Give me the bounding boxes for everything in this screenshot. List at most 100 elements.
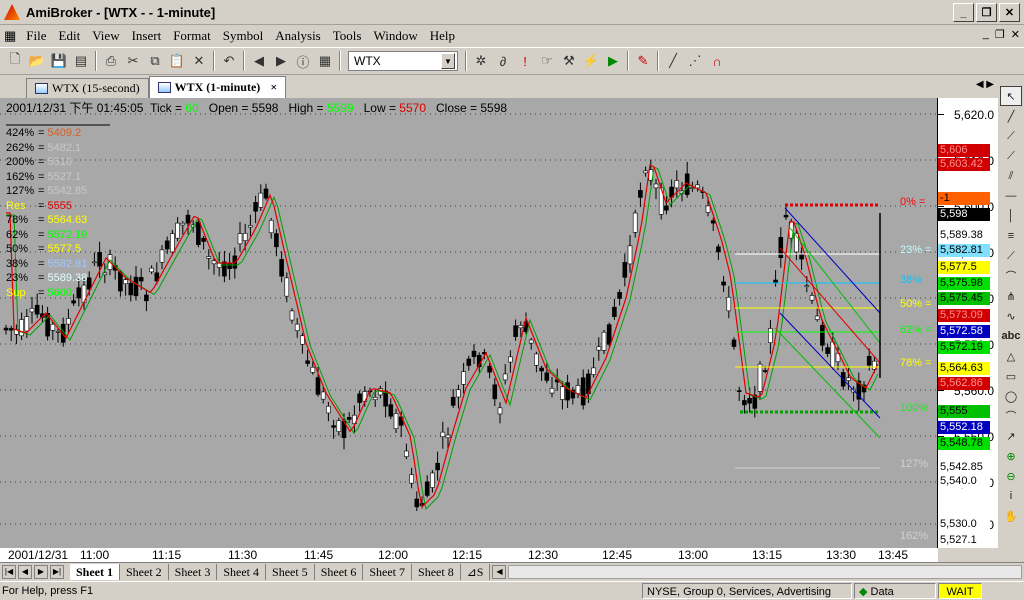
- new-file-icon[interactable]: 🗋: [5, 51, 25, 71]
- menu-view[interactable]: View: [86, 28, 125, 44]
- tools-icon[interactable]: ⚒: [559, 51, 579, 71]
- cut-icon[interactable]: ✂: [123, 51, 143, 71]
- fib-level-label: 127%: [6, 185, 35, 197]
- info-icon[interactable]: ⓘ: [293, 51, 313, 71]
- info-close: Close = 5598: [436, 101, 508, 115]
- alert-icon[interactable]: !: [515, 51, 535, 71]
- hand-tool-icon[interactable]: ✋: [1000, 506, 1022, 526]
- restore-button[interactable]: ❐: [976, 3, 997, 22]
- zoom-out-icon[interactable]: ⊖: [1000, 466, 1022, 486]
- minimize-button[interactable]: _: [953, 3, 974, 22]
- arc-tool-icon[interactable]: ⌒: [1000, 406, 1022, 426]
- tab-scroll-arrows[interactable]: ◀ ▶: [976, 79, 994, 90]
- close-button[interactable]: ✕: [999, 3, 1020, 22]
- candle-body: [3, 327, 9, 331]
- cursor-icon[interactable]: ↖: [1000, 86, 1022, 106]
- ray-icon[interactable]: ⟋: [1000, 126, 1022, 146]
- prev-sheet-icon[interactable]: ◀: [18, 564, 32, 579]
- tab-wtx-15-second[interactable]: WTX (15-second): [26, 78, 149, 98]
- price-chart[interactable]: 2001/12/31 下午 01:45:05 Tick = 60 Open = …: [0, 98, 938, 548]
- mdi-restore-button[interactable]: ❐: [995, 28, 1005, 41]
- forward-icon[interactable]: ▶: [271, 51, 291, 71]
- menu-format[interactable]: Format: [167, 28, 217, 44]
- mdi-close-button[interactable]: ✕: [1011, 28, 1020, 41]
- triangle-icon[interactable]: △: [1000, 346, 1022, 366]
- close-tab-icon[interactable]: ×: [270, 80, 277, 95]
- sheet-tab-2[interactable]: Sheet 2: [120, 563, 169, 580]
- gann-icon[interactable]: ⟋: [1000, 246, 1022, 266]
- next-sheet-icon[interactable]: ▶: [34, 564, 48, 579]
- first-sheet-icon[interactable]: |◀: [2, 564, 16, 579]
- menu-help[interactable]: Help: [424, 28, 461, 44]
- dotted-line-icon[interactable]: ⋰: [685, 51, 705, 71]
- x-tick-label: 11:00: [80, 548, 110, 562]
- tab-wtx-1-minute[interactable]: WTX (1-minute) ×: [148, 76, 287, 98]
- horizontal-scrollbar[interactable]: [508, 564, 1022, 579]
- candle-body: [736, 390, 742, 393]
- menu-tools[interactable]: Tools: [327, 28, 368, 44]
- undo-icon[interactable]: ↶: [219, 51, 239, 71]
- sheet-scroll-icon[interactable]: ⊿S: [461, 563, 491, 580]
- chart-info-line: 2001/12/31 下午 01:45:05 Tick = 60 Open = …: [6, 99, 507, 116]
- save-icon[interactable]: 💾: [49, 51, 69, 71]
- line-icon[interactable]: ╱: [1000, 106, 1022, 126]
- hscroll-left-icon[interactable]: ◀: [492, 564, 507, 579]
- horizontal-line-icon[interactable]: —: [1000, 186, 1022, 206]
- sheet-tab-7[interactable]: Sheet 7: [363, 563, 413, 580]
- vertical-line-icon[interactable]: │: [1000, 206, 1022, 226]
- menu-symbol[interactable]: Symbol: [217, 28, 269, 44]
- back-icon[interactable]: ◀: [249, 51, 269, 71]
- price-axis[interactable]: 5,620.05,610.05,600.05,590.05,580.05,570…: [938, 98, 998, 548]
- cycle-icon[interactable]: ∿: [1000, 306, 1022, 326]
- rectangle-icon[interactable]: ▭: [1000, 366, 1022, 386]
- fibonacci-icon[interactable]: ≡: [1000, 226, 1022, 246]
- menu-edit[interactable]: Edit: [53, 28, 87, 44]
- sheet-tab-4[interactable]: Sheet 4: [217, 563, 267, 580]
- save-all-icon[interactable]: ▤: [71, 51, 91, 71]
- trend-blue-line: [784, 207, 881, 314]
- print-icon[interactable]: ⎙: [101, 51, 121, 71]
- open-folder-icon[interactable]: 📂: [27, 51, 47, 71]
- ellipse-icon[interactable]: ◯: [1000, 386, 1022, 406]
- hand-icon[interactable]: ☞: [537, 51, 557, 71]
- trend-icon[interactable]: ⟋: [1000, 146, 1022, 166]
- line-tool-icon[interactable]: ╱: [663, 51, 683, 71]
- paste-icon[interactable]: 📋: [167, 51, 187, 71]
- zoom-in-icon[interactable]: ⊕: [1000, 446, 1022, 466]
- last-sheet-icon[interactable]: ▶|: [50, 564, 64, 579]
- wand-icon[interactable]: ⚡: [581, 51, 601, 71]
- doc-icon[interactable]: ▦: [0, 28, 20, 44]
- play-icon[interactable]: ▶: [603, 51, 623, 71]
- sheet-tab-3[interactable]: Sheet 3: [169, 563, 218, 580]
- chart-tabs: WTX (15-second) WTX (1-minute) × ◀ ▶: [0, 76, 1024, 98]
- candle-body: [461, 371, 466, 385]
- pen-color-icon[interactable]: ✎: [633, 51, 653, 71]
- info-tool-icon[interactable]: i: [1000, 486, 1022, 506]
- price-badge: 5,564.63: [938, 362, 990, 375]
- sheet-tab-5[interactable]: Sheet 5: [266, 563, 315, 580]
- magnet-icon[interactable]: ∩: [707, 51, 727, 71]
- sheet-tab-1[interactable]: Sheet 1: [70, 563, 120, 580]
- sheet-tab-6[interactable]: Sheet 6: [315, 563, 364, 580]
- copy-icon[interactable]: ⧉: [145, 51, 165, 71]
- chart-canvas[interactable]: [0, 98, 938, 548]
- delete-icon[interactable]: ✕: [189, 51, 209, 71]
- gear-icon[interactable]: ✲: [471, 51, 491, 71]
- arc-icon[interactable]: ⌒: [1000, 266, 1022, 286]
- indicator-icon[interactable]: ∂: [493, 51, 513, 71]
- pitchfork-icon[interactable]: ⋔: [1000, 286, 1022, 306]
- menu-file[interactable]: File: [20, 28, 52, 44]
- calculator-icon[interactable]: ▦: [315, 51, 335, 71]
- candle-body: [138, 277, 144, 282]
- mdi-minimize-button[interactable]: _: [983, 28, 989, 41]
- menu-analysis[interactable]: Analysis: [269, 28, 327, 44]
- menu-window[interactable]: Window: [367, 28, 423, 44]
- menu-insert[interactable]: Insert: [126, 28, 168, 44]
- symbol-select[interactable]: WTX ▼: [348, 51, 458, 71]
- text-tool-icon[interactable]: abc: [1000, 326, 1022, 346]
- fib-table-row: 127% = 5542.85: [6, 185, 88, 197]
- candle-body: [29, 308, 35, 313]
- arrow-icon[interactable]: ↗: [1000, 426, 1022, 446]
- channel-icon[interactable]: ⫽: [1000, 166, 1022, 186]
- sheet-tab-8[interactable]: Sheet 8: [412, 563, 461, 580]
